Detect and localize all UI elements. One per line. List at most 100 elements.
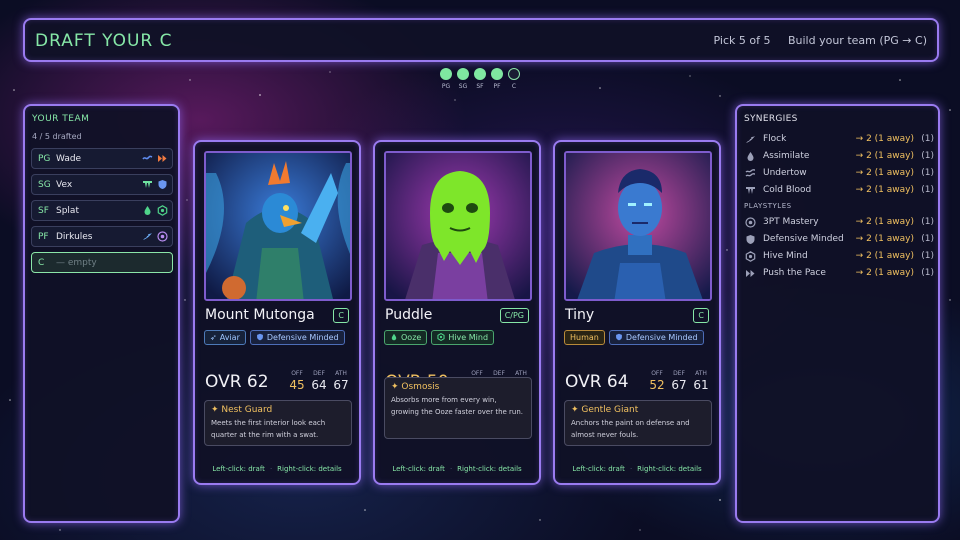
ability-text: Absorbs more from every win, growing the… (391, 396, 524, 416)
playstyle-tag-hive-mind[interactable]: Hive Mind (431, 330, 495, 345)
trait-tag-ooze[interactable]: Ooze (384, 330, 428, 345)
synergy-name: Defensive Minded (763, 234, 844, 244)
team-slot-sf[interactable]: SF Splat (31, 200, 173, 221)
player-card-tiny[interactable]: Tiny C Human Defensive Minded OVR 64 OFF… (553, 140, 721, 485)
slot-position: PF (38, 231, 49, 242)
ability-text: Meets the first interior look each quart… (211, 419, 326, 439)
synergy-count: (1) (921, 134, 934, 144)
stat-off: 52 (649, 378, 665, 392)
playstyle-tag[interactable]: Defensive Minded (249, 330, 345, 345)
synergy-row-cold-blood[interactable]: Cold Blood → 2 (1 away) (1) (744, 183, 934, 197)
stat-label-off: OFF (471, 370, 483, 377)
slot-position: PG (38, 153, 51, 164)
synergy-row-flock[interactable]: Flock → 2 (1 away) (1) (744, 132, 934, 146)
ability-box: ✦ Gentle Giant Anchors the paint on defe… (564, 400, 712, 446)
stat-label-def: DEF (493, 370, 505, 377)
droplet-icon (390, 333, 398, 343)
hive-icon (437, 332, 445, 343)
progress-dot-sf (474, 68, 486, 80)
player-card-puddle[interactable]: Puddle C/PG Ooze Hive Mind OVR 50 OFF48 … (373, 140, 541, 485)
draft-progress: PG SG SF PF C (440, 68, 520, 90)
playstyle-label: Hive Mind (448, 333, 489, 342)
shield-icon (256, 333, 264, 343)
synergy-row-assimilate[interactable]: Assimilate → 2 (1 away) (1) (744, 149, 934, 163)
position-badge: C/PG (499, 308, 529, 323)
team-slot-pg[interactable]: PG Wade (31, 148, 173, 169)
slot-player-name: Vex (56, 179, 73, 190)
synergy-progress: → 2 (1 away) (855, 268, 914, 278)
team-slot-c-empty[interactable]: C — empty (31, 252, 173, 273)
position-badge: C (693, 308, 709, 323)
synergy-count: (1) (921, 151, 934, 161)
stat-off: 45 (289, 378, 305, 392)
player-card-mount-mutonga[interactable]: Mount Mutonga C ➶ Aviar Defensive Minded… (193, 140, 361, 485)
fast-forward-icon (744, 267, 756, 279)
page-title: DRAFT YOUR C (35, 31, 173, 51)
synergy-count: (1) (921, 217, 934, 227)
trait-label: Aviar (219, 333, 240, 342)
slot-player-name: Dirkules (56, 231, 93, 242)
playstyle-tag[interactable]: Defensive Minded (608, 330, 704, 345)
synergy-count: (1) (921, 185, 934, 195)
slot-player-name: Wade (56, 153, 82, 164)
progress-label: SF (476, 83, 484, 90)
synergy-progress: → 2 (1 away) (855, 234, 914, 244)
card-hint: Left-click: draft · Right-click: details (572, 465, 702, 473)
synergy-row-hive-mind[interactable]: Hive Mind → 2 (1 away) (1) (744, 249, 934, 263)
fast-forward-icon (157, 153, 168, 164)
synergies-title: SYNERGIES (744, 114, 798, 124)
slot-player-name: Splat (56, 205, 79, 216)
wing-icon: ➶ (210, 333, 217, 342)
card-hint: Left-click: draft · Right-click: details (392, 465, 522, 473)
header-bar: DRAFT YOUR C Pick 5 of 5 Build your team… (23, 18, 939, 62)
synergy-name: Cold Blood (763, 185, 812, 195)
synergy-row-defensive-minded[interactable]: Defensive Minded → 2 (1 away) (1) (744, 232, 934, 246)
synergy-row-undertow[interactable]: Undertow → 2 (1 away) (1) (744, 166, 934, 180)
stat-label-off: OFF (291, 370, 303, 377)
team-slot-sg[interactable]: SG Vex (31, 174, 173, 195)
playstyle-label: Defensive Minded (266, 333, 339, 342)
progress-dot-sg (457, 68, 469, 80)
hive-icon (157, 205, 168, 216)
synergy-progress: → 2 (1 away) (855, 168, 914, 178)
player-name: Puddle (385, 307, 433, 323)
hint-right: Right-click: details (277, 465, 342, 473)
shield-icon (615, 333, 623, 343)
trait-tag-human[interactable]: Human (564, 330, 605, 345)
progress-label: PG (441, 83, 451, 90)
synergy-progress: → 2 (1 away) (855, 217, 914, 227)
synergy-name: Hive Mind (763, 251, 808, 261)
synergy-name: 3PT Mastery (763, 217, 819, 227)
synergies-panel: SYNERGIES Flock → 2 (1 away) (1) Assimil… (735, 104, 940, 523)
wave-icon (744, 167, 756, 179)
ability-name: ✦ Gentle Giant (571, 405, 639, 415)
team-slot-pf[interactable]: PF Dirkules (31, 226, 173, 247)
wing-icon (744, 133, 756, 145)
pick-counter: Pick 5 of 5 (713, 34, 771, 47)
trait-label: Human (570, 333, 599, 342)
slot-position: SG (38, 179, 51, 190)
target-icon (157, 231, 168, 242)
target-icon (744, 216, 756, 228)
synergy-progress: → 2 (1 away) (855, 185, 914, 195)
stat-ath: 67 (333, 378, 349, 392)
droplet-icon (142, 205, 153, 216)
synergy-progress: → 2 (1 away) (855, 151, 914, 161)
stat-label-def: DEF (313, 370, 325, 377)
playstyles-heading: PLAYSTYLES (744, 202, 792, 210)
fang-icon (744, 184, 756, 196)
synergy-name: Push the Pace (763, 268, 826, 278)
player-portrait (384, 151, 532, 301)
trait-label: Ooze (401, 333, 422, 342)
synergy-row-push-the-pace[interactable]: Push the Pace → 2 (1 away) (1) (744, 266, 934, 280)
position-badge: C (333, 308, 349, 323)
stat-label-def: DEF (673, 370, 685, 377)
ability-box: ✦ Osmosis Absorbs more from every win, g… (384, 377, 532, 439)
stat-def: 67 (671, 378, 687, 392)
progress-label: PF (493, 83, 501, 90)
synergy-row-3pt-mastery[interactable]: 3PT Mastery → 2 (1 away) (1) (744, 215, 934, 229)
hive-icon (744, 250, 756, 262)
team-title: YOUR TEAM (32, 114, 90, 124)
trait-tag-aviar[interactable]: ➶ Aviar (204, 330, 246, 345)
team-count: 4 / 5 drafted (32, 132, 82, 141)
